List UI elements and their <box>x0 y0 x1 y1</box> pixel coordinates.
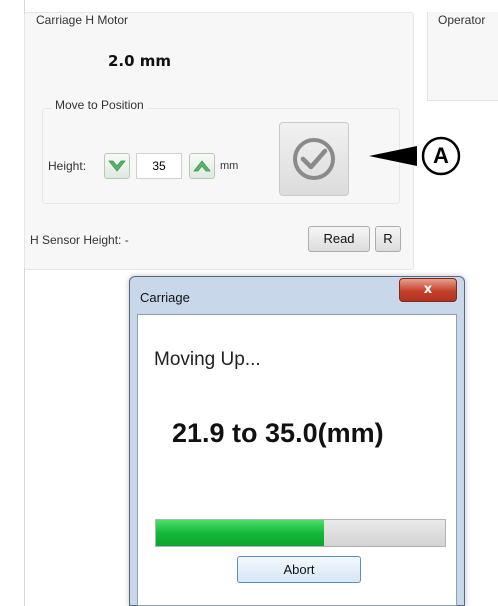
move-progress-bar <box>155 519 446 547</box>
left-border <box>0 0 25 606</box>
callout-letter: A <box>433 143 449 168</box>
current-position-value: 2.0 mm <box>108 52 172 70</box>
move-range-text: 21.9 to 35.0(mm) <box>172 418 384 448</box>
height-up-button[interactable] <box>189 153 215 179</box>
read-button[interactable]: Read <box>308 226 370 252</box>
callout-arrow-icon: A <box>369 136 461 176</box>
checkmark-circle-icon <box>293 138 335 180</box>
moving-status-text: Moving Up... <box>154 349 261 370</box>
dialog-title: Carriage <box>140 290 190 305</box>
close-icon: x <box>423 282 433 297</box>
move-to-position-title: Move to Position <box>52 98 147 112</box>
chevron-down-icon <box>108 160 126 172</box>
progress-fill <box>156 520 324 546</box>
height-down-button[interactable] <box>104 153 130 179</box>
h-sensor-height-label: H Sensor Height: - <box>30 233 129 247</box>
height-unit-label: mm <box>220 160 239 172</box>
reset-button[interactable]: R <box>375 226 401 252</box>
dialog-close-button[interactable]: x <box>399 278 457 302</box>
chevron-up-icon <box>193 160 211 172</box>
move-to-position-button[interactable] <box>279 122 349 196</box>
height-input[interactable] <box>136 153 182 179</box>
height-label: Height: <box>48 159 87 173</box>
abort-button[interactable]: Abort <box>237 556 361 583</box>
operator-panel-title: Operator <box>438 13 486 27</box>
panel-title: Carriage H Motor <box>36 13 129 27</box>
